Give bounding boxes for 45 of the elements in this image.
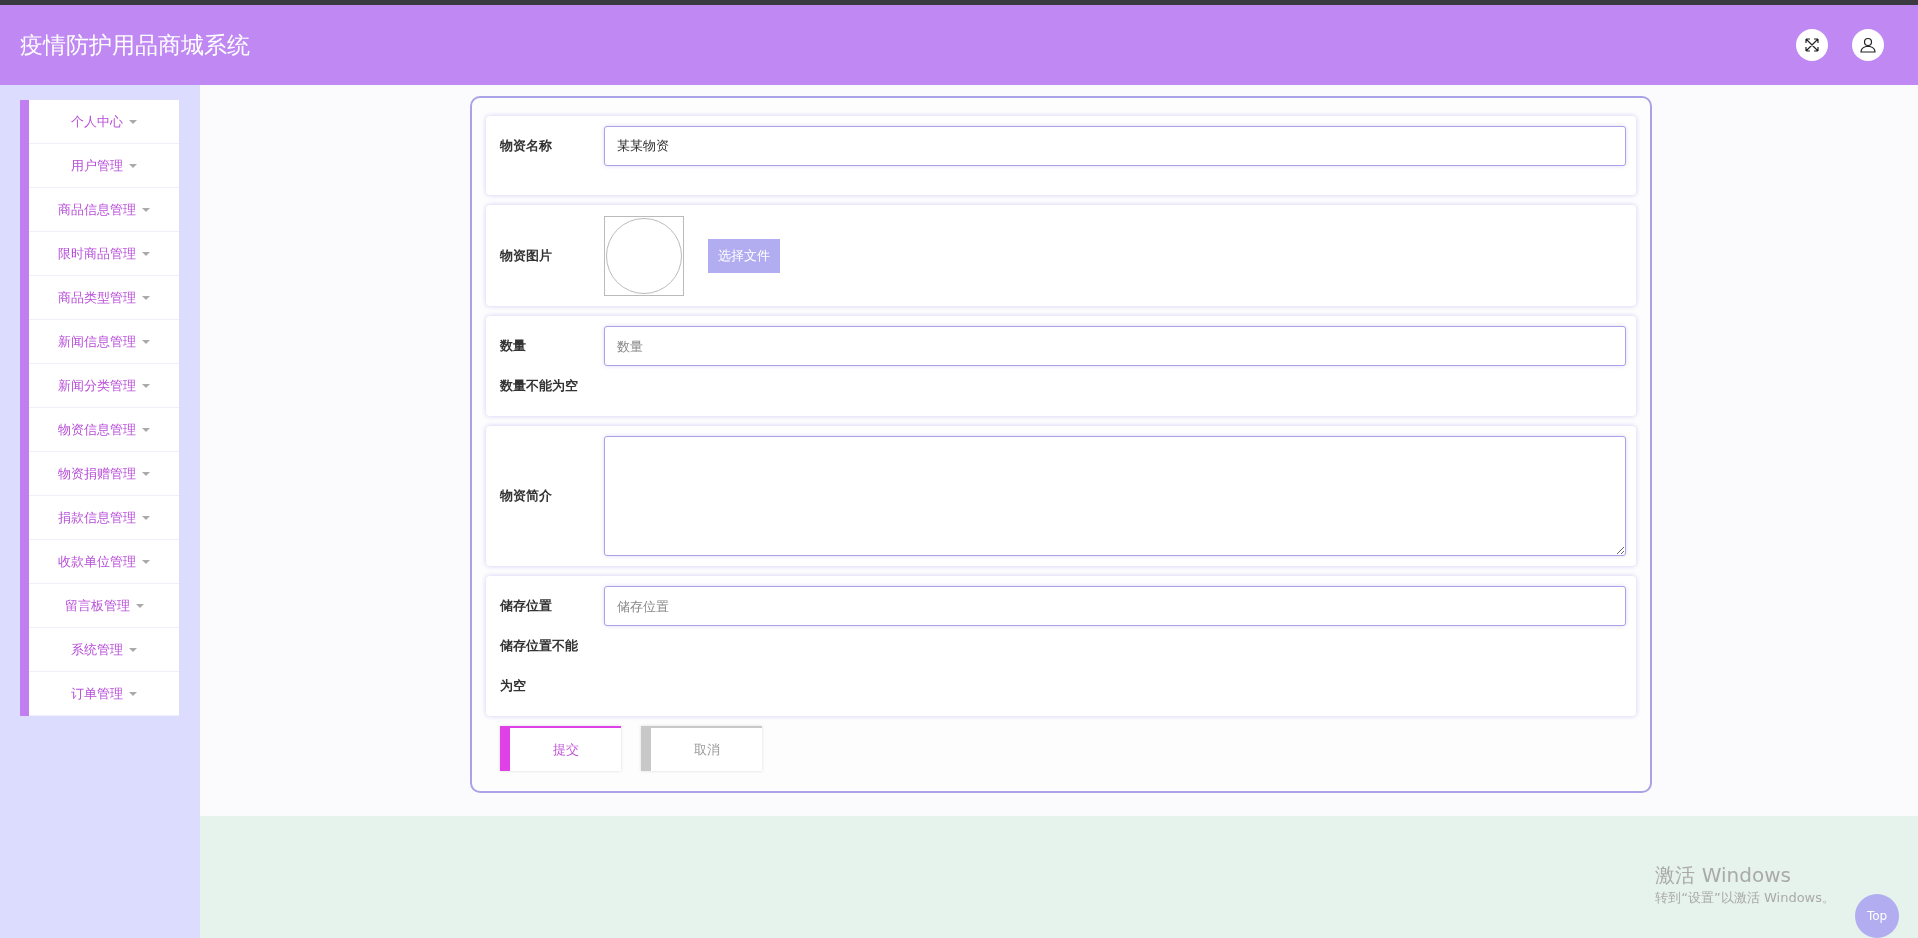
sidebar-item[interactable]: 订单管理 [29, 672, 179, 716]
caret-icon [142, 427, 150, 432]
caret-icon [135, 603, 144, 608]
caret-icon [129, 119, 137, 124]
sidebar-item[interactable]: 物资信息管理 [29, 408, 179, 452]
sidebar-item[interactable]: 捐款信息管理 [29, 496, 179, 540]
error-message: 数量不能为空 [500, 377, 579, 395]
caret-icon [142, 207, 150, 212]
sidebar-item[interactable]: 商品类型管理 [29, 276, 179, 320]
caret-icon [142, 471, 150, 476]
text-field[interactable]: 某某物资 [604, 126, 1626, 166]
caret-icon [142, 559, 150, 564]
text-field[interactable]: 数量 [604, 326, 1626, 366]
sidebar-item[interactable]: 限时商品管理 [29, 232, 179, 276]
caret-icon [129, 647, 137, 652]
sidebar-item[interactable]: 用户管理 [29, 144, 179, 188]
user-icon[interactable] [1852, 29, 1884, 61]
caret-icon [142, 295, 150, 300]
caret-icon [142, 251, 150, 256]
sidebar-item[interactable]: 商品信息管理 [29, 188, 179, 232]
field-label: 储存位置 [500, 597, 553, 615]
caret-icon [129, 691, 137, 696]
site-title: 疫情防护用品商城系统 [20, 30, 250, 60]
field-label: 物资名称 [500, 137, 553, 155]
sidebar-item[interactable]: 新闻信息管理 [29, 320, 179, 364]
cancel-button[interactable]: 取消 [641, 726, 762, 771]
sidebar-item[interactable]: 收款单位管理 [29, 540, 179, 584]
sidebar-item[interactable]: 物资捐赠管理 [29, 452, 179, 496]
field-label: 数量 [500, 337, 527, 355]
sidebar-item[interactable]: 新闻分类管理 [29, 364, 179, 408]
sidebar-item[interactable]: 留言板管理 [29, 584, 179, 628]
field-label: 物资图片 [500, 246, 553, 265]
activation-title: 激活 Windows [1655, 862, 1792, 889]
text-field[interactable]: 储存位置 [604, 586, 1626, 626]
error-message: 储存位置不能为空 [500, 637, 579, 695]
submit-button[interactable]: 提交 [500, 726, 621, 771]
caret-icon [142, 339, 150, 344]
field-label: 物资简介 [500, 487, 553, 505]
caret-icon [142, 383, 150, 388]
caret-icon [129, 163, 137, 168]
caret-icon [142, 515, 150, 520]
sidebar-item[interactable]: 系统管理 [29, 628, 179, 672]
sidebar-item[interactable]: 个人中心 [29, 100, 179, 144]
fullscreen-icon[interactable] [1796, 29, 1828, 61]
activation-text: 转到“设置”以激活 Windows。 [1655, 889, 1835, 907]
